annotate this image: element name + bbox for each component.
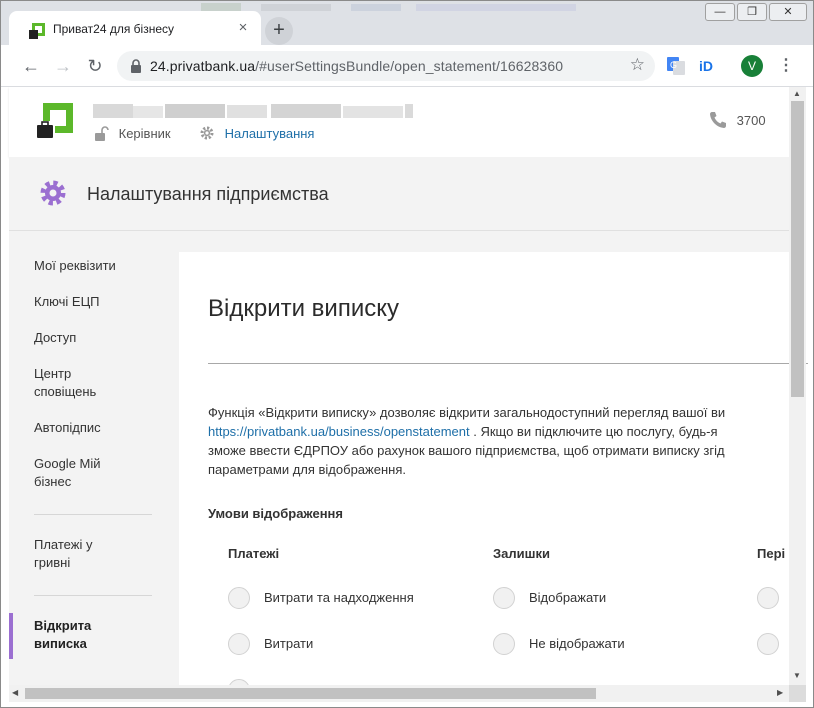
tab-strip: Приват24 для бізнесу × + — ❐ ✕: [1, 1, 813, 45]
sidebar-item-requisites[interactable]: Мої реквізити: [34, 257, 154, 275]
gear-icon: [200, 126, 214, 140]
radio-label: Не відображати: [529, 636, 625, 651]
profile-avatar[interactable]: V: [741, 55, 763, 77]
content-card: Відкрити виписку Функція «Відкрити випис…: [179, 252, 808, 707]
section-title: Налаштування підприємства: [87, 184, 329, 204]
settings-label: Налаштування: [224, 126, 315, 141]
description-line: https://privatbank.ua/business/openstate…: [208, 422, 808, 441]
description-line: зможе ввести ЄДРПОУ або рахунок вашого п…: [208, 443, 725, 458]
period-header: Пері: [757, 546, 786, 561]
translate-extension-icon[interactable]: G: [667, 57, 685, 75]
privat24-favicon-icon: [29, 23, 45, 39]
privat-logo-icon[interactable]: [35, 103, 73, 141]
phone-number: 3700: [736, 113, 766, 128]
section-header: Налаштування підприємства: [9, 157, 789, 231]
maximize-button[interactable]: ❐: [737, 3, 767, 21]
radio-label: Витрати та надходження: [264, 590, 414, 605]
browser-menu-icon[interactable]: ⋮: [778, 55, 794, 75]
new-tab-button[interactable]: +: [265, 17, 293, 45]
description: Функція «Відкрити виписку» дозволяє відк…: [208, 403, 808, 479]
address-bar[interactable]: 24.privatbank.ua/#userSettingsBundle/ope…: [117, 51, 655, 81]
back-button[interactable]: ←: [19, 54, 43, 78]
sidebar-divider: [34, 514, 152, 515]
minimize-button[interactable]: —: [705, 3, 735, 21]
close-window-button[interactable]: ✕: [769, 3, 807, 21]
bookmark-star-icon[interactable]: ☆: [630, 55, 645, 75]
radio-label: Витрати: [264, 636, 314, 651]
radio-period-option[interactable]: [757, 633, 779, 655]
balances-header: Залишки: [493, 546, 550, 561]
sidebar-item-ecp-keys[interactable]: Ключі ЕЦП: [34, 293, 154, 311]
phone-icon: [710, 112, 726, 128]
vertical-scroll-thumb[interactable]: [791, 101, 804, 397]
radio-label: Відображати: [529, 590, 607, 605]
site-header: Керівник Налаштування 3700: [9, 87, 789, 157]
title-divider: [208, 363, 808, 364]
vertical-scrollbar[interactable]: ▲ ▼: [789, 87, 806, 685]
horizontal-scroll-thumb[interactable]: [25, 688, 596, 699]
tab-close-icon[interactable]: ×: [235, 20, 251, 36]
radio-expenses[interactable]: [228, 633, 250, 655]
payments-header: Платежі: [228, 546, 280, 561]
scroll-right-icon[interactable]: ▶: [777, 688, 783, 697]
url-text: 24.privatbank.ua/#userSettingsBundle/ope…: [150, 58, 563, 74]
description-text: . Якщо ви підключите цю послугу, будь-я: [469, 424, 718, 439]
settings-gear-icon: [40, 180, 66, 206]
browser-window: Приват24 для бізнесу × + — ❐ ✕ ← → ↻ 24.…: [0, 0, 814, 708]
forward-button[interactable]: →: [51, 54, 75, 78]
sidebar-active-indicator: [9, 613, 13, 659]
svg-text:iD: iD: [699, 58, 713, 74]
description-line: Функція «Відкрити виписку» дозволяє відк…: [208, 405, 726, 420]
description-line: параметрами для відображення.: [208, 462, 406, 477]
page-title: Відкрити виписку: [208, 295, 399, 322]
sidebar-item-notifications[interactable]: Центр сповіщень: [34, 365, 114, 401]
blurred-bookmarks: [201, 3, 576, 11]
id-extension-icon[interactable]: iD: [699, 57, 717, 75]
horizontal-scrollbar[interactable]: ◀ ▶: [9, 685, 789, 702]
url-path: /#userSettingsBundle/open_statement/1662…: [255, 58, 564, 74]
sidebar-divider: [34, 595, 152, 596]
radio-hide-balance[interactable]: [493, 633, 515, 655]
scroll-up-icon[interactable]: ▲: [793, 89, 801, 98]
user-role: Керівник: [93, 125, 171, 143]
sidebar-item-open-statement[interactable]: Відкрита виписка: [34, 617, 114, 653]
radio-period-option[interactable]: [757, 587, 779, 609]
phone-contact[interactable]: 3700: [709, 111, 766, 129]
tab-active[interactable]: Приват24 для бізнесу ×: [9, 11, 261, 45]
scroll-corner: [789, 685, 806, 702]
sidebar-item-google-business[interactable]: Google Мій бізнес: [34, 455, 124, 491]
openstatement-link[interactable]: https://privatbank.ua/business/openstate…: [208, 424, 470, 439]
sidebar-item-uah-payments[interactable]: Платежі у гривні: [34, 536, 114, 572]
role-label: Керівник: [118, 126, 171, 141]
sidebar-item-access[interactable]: Доступ: [34, 329, 154, 347]
unlock-icon: [95, 126, 109, 141]
browser-toolbar: ← → ↻ 24.privatbank.ua/#userSettingsBund…: [1, 45, 813, 87]
url-host: 24.privatbank.ua: [150, 58, 256, 74]
settings-link[interactable]: Налаштування: [199, 125, 314, 141]
reload-button[interactable]: ↻: [83, 54, 107, 78]
tab-title: Приват24 для бізнесу: [53, 22, 175, 36]
page-viewport: Керівник Налаштування 3700 Налаштування …: [1, 87, 813, 707]
settings-sidebar: Мої реквізити Ключі ЕЦП Доступ Центр спо…: [9, 231, 177, 701]
sidebar-item-autosign[interactable]: Автопідпис: [34, 419, 154, 437]
lock-icon: [131, 59, 141, 73]
blurred-company-name: [93, 104, 413, 118]
scroll-down-icon[interactable]: ▼: [793, 671, 801, 680]
radio-expenses-income[interactable]: [228, 587, 250, 609]
radio-show-balance[interactable]: [493, 587, 515, 609]
conditions-title: Умови відображення: [208, 506, 343, 521]
scroll-left-icon[interactable]: ◀: [12, 688, 18, 697]
svg-text:G: G: [670, 60, 677, 70]
page: Керівник Налаштування 3700 Налаштування …: [9, 87, 808, 707]
